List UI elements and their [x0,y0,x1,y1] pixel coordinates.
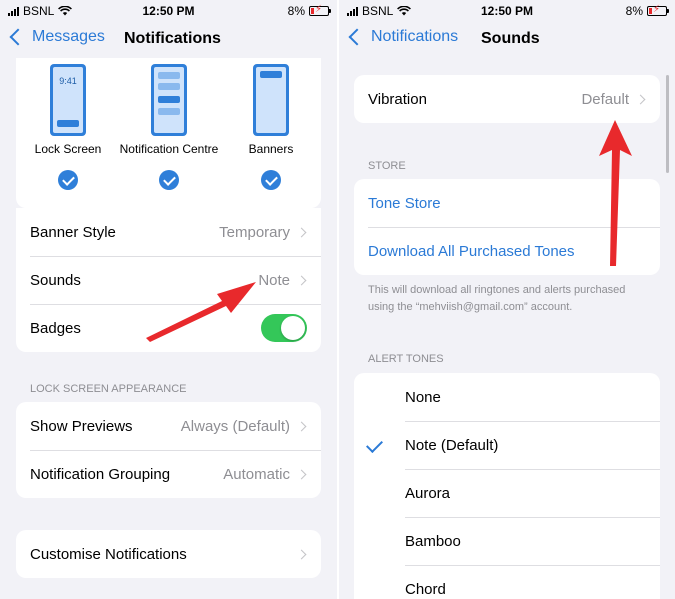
tone-label: Bamboo [405,532,461,550]
checkmark-icon [366,436,383,453]
row-label: Customise Notifications [30,545,187,563]
row-value: Note [258,271,290,289]
tone-store-link[interactable]: Tone Store [354,179,660,227]
row-value: Always (Default) [180,417,290,435]
chevron-left-icon [9,28,27,46]
alert-style-label: Notification Centre [119,142,219,156]
row-value: Automatic [223,465,290,483]
alert-tones-list: None Note (Default) Aurora Bamboo Chord [354,373,660,599]
status-time: 12:50 PM [480,4,534,18]
sounds-row[interactable]: Sounds Note [16,256,321,304]
alert-tone-none[interactable]: None [354,373,660,421]
alert-style-banners[interactable]: Banners [219,64,323,190]
battery-icon: ⚡ [309,4,331,16]
notifications-screen: BSNL 12:50 PM 8% ⚡ Messages Notification… [0,0,337,599]
row-value: Default [581,90,629,108]
alert-style-label: Banners [248,142,294,156]
banners-preview-icon [253,64,289,136]
tone-label: Note (Default) [405,436,499,454]
status-time: 12:50 PM [142,4,195,18]
show-previews-row[interactable]: Show Previews Always (Default) [16,402,321,450]
row-label: Show Previews [30,417,133,435]
row-label: Banner Style [30,223,116,241]
alert-tone-aurora[interactable]: Aurora [354,469,660,517]
alert-styles-group: 9:41 Lock Screen Notification Centre Ban… [16,58,321,208]
battery-percent: 8% [625,4,643,18]
navigation-bar: Notifications Sounds [339,22,675,58]
lock-screen-settings-group: Show Previews Always (Default) Notificat… [16,402,321,498]
customise-notifications-row[interactable]: Customise Notifications [16,530,321,578]
download-purchased-tones-link[interactable]: Download All Purchased Tones [354,227,660,275]
preview-time: 9:41 [59,76,77,86]
back-button[interactable]: Messages [8,28,105,46]
back-label: Notifications [371,28,459,45]
vibration-group: Vibration Default [354,75,660,123]
notification-settings-group: Banner Style Temporary Sounds Note Badge… [16,208,321,352]
section-header: ALERT TONES [368,353,444,365]
sounds-screen: BSNL 12:50 PM 8% ⚡ Notifications Sounds … [339,0,675,599]
chevron-right-icon [296,275,307,285]
checkmark-icon[interactable] [58,170,78,190]
chevron-right-icon [635,94,646,104]
section-header: LOCK SCREEN APPEARANCE [30,383,187,395]
row-label: Vibration [368,90,427,108]
chevron-right-icon [296,469,307,479]
banner-style-row[interactable]: Banner Style Temporary [16,208,321,256]
notification-grouping-row[interactable]: Notification Grouping Automatic [16,450,321,498]
alert-tone-chord[interactable]: Chord [354,565,660,599]
alert-tone-note[interactable]: Note (Default) [354,421,660,469]
battery-icon: ⚡ [647,4,669,16]
checkmark-icon[interactable] [261,170,281,190]
battery-percent: 8% [287,4,305,18]
chevron-right-icon [296,227,307,237]
back-label: Messages [32,28,105,45]
alert-style-label: Lock Screen [34,142,102,156]
row-value: Temporary [219,223,290,241]
row-label: Tone Store [368,194,441,212]
tone-label: None [405,388,441,406]
chevron-right-icon [296,421,307,431]
checkmark-icon[interactable] [159,170,179,190]
row-label: Download All Purchased Tones [368,242,575,260]
store-footnote: This will download all ringtones and ale… [368,284,626,313]
section-header: STORE [368,160,406,172]
status-bar: BSNL 12:50 PM 8% ⚡ [0,0,337,22]
page-title: Notifications [124,30,221,47]
lock-screen-preview-icon: 9:41 [50,64,86,136]
navigation-bar: Messages Notifications [0,22,337,58]
chevron-right-icon [296,549,307,559]
row-label: Badges [30,319,81,337]
alert-tone-bamboo[interactable]: Bamboo [354,517,660,565]
chevron-left-icon [348,28,366,46]
badges-toggle[interactable] [261,314,307,342]
badges-row: Badges [16,304,321,352]
tone-label: Aurora [405,484,451,502]
status-bar: BSNL 12:50 PM 8% ⚡ [339,0,675,22]
alert-style-notification-centre[interactable]: Notification Centre [117,64,221,190]
tone-label: Chord [405,580,446,598]
page-title: Sounds [481,30,540,47]
notification-centre-preview-icon [151,64,187,136]
store-group: Tone Store Download All Purchased Tones [354,179,660,275]
scrollbar[interactable] [666,75,669,173]
row-label: Sounds [30,271,81,289]
alert-style-lock-screen[interactable]: 9:41 Lock Screen [16,64,120,190]
back-button[interactable]: Notifications [347,28,458,46]
row-label: Notification Grouping [30,465,171,483]
customise-group: Customise Notifications [16,530,321,578]
vibration-row[interactable]: Vibration Default [354,75,660,123]
